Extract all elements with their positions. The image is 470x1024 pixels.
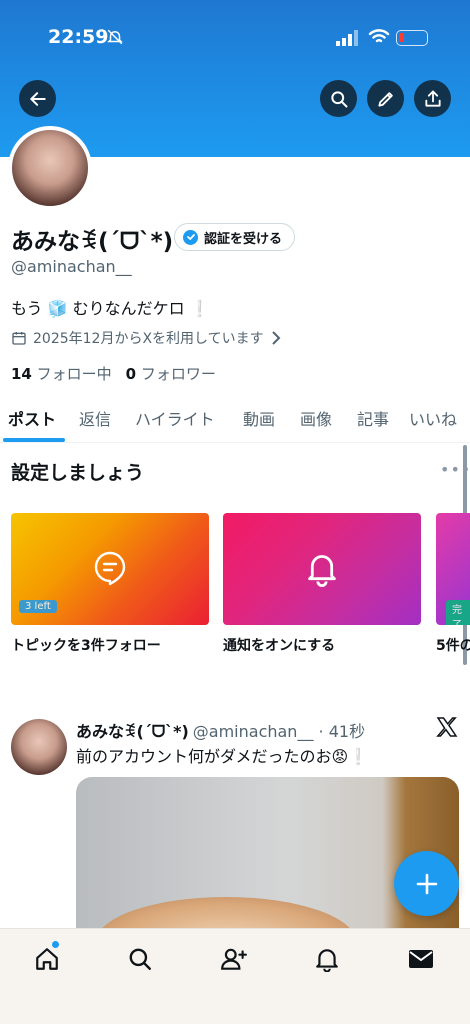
setup-card-badge-complete: 完了 xyxy=(446,600,470,625)
profile-bio: もう 🧊 むりなんだケロ ❕ xyxy=(11,299,210,318)
share-button[interactable] xyxy=(414,80,451,117)
profile-avatar[interactable] xyxy=(8,126,92,210)
tab-likes[interactable]: いいね xyxy=(409,406,457,430)
tab-replies[interactable]: 返信 xyxy=(79,406,111,430)
edit-profile-button[interactable] xyxy=(367,80,404,117)
tab-highlights[interactable]: ハイライト xyxy=(135,406,215,430)
status-time: 22:59 xyxy=(48,26,109,48)
profile-handle: @aminachan__ xyxy=(11,257,132,276)
nav-search[interactable] xyxy=(120,941,160,977)
mail-icon xyxy=(409,950,433,968)
follow-stats: 14 フォロー中 0 フォロワー xyxy=(11,363,216,384)
signal-icon xyxy=(336,30,358,46)
compose-button[interactable] xyxy=(394,851,459,916)
bell-icon xyxy=(308,555,336,587)
calendar-icon xyxy=(12,332,26,345)
tweet-author-name[interactable]: あみなꉂ(ˊᗜˋ*) xyxy=(76,718,189,742)
setup-title: 設定しましょう xyxy=(11,462,145,484)
joined-text: 2025年12月からXを利用しています xyxy=(33,331,264,347)
setup-card-topics[interactable]: 3 left xyxy=(11,513,209,625)
notification-dot xyxy=(52,941,59,948)
setup-card-third-label: 5件の xyxy=(436,638,470,654)
topic-bubble-icon xyxy=(94,551,126,586)
followers-count: 0 xyxy=(125,365,137,383)
tweet-handle-time: @aminachan__ · 41秒 xyxy=(192,722,366,741)
verified-badge-icon xyxy=(183,229,198,245)
plus-icon xyxy=(416,873,437,894)
back-arrow-icon xyxy=(29,91,46,106)
tab-videos[interactable]: 動画 xyxy=(243,406,275,430)
profile-tabs: ポスト 返信 ハイライト 動画 画像 記事 いいね xyxy=(0,396,470,443)
following-count: 14 xyxy=(11,365,32,383)
back-button[interactable] xyxy=(19,80,56,117)
following-label: フォロー中 xyxy=(36,365,112,383)
search-icon xyxy=(129,948,151,970)
chevron-right-icon xyxy=(271,331,281,345)
joined-date[interactable]: 2025年12月からXを利用しています xyxy=(11,328,282,348)
bottom-nav xyxy=(0,928,470,1024)
search-button[interactable] xyxy=(320,80,357,117)
setup-card-third[interactable]: 完了 xyxy=(436,513,470,625)
tab-posts[interactable]: ポスト xyxy=(8,406,56,430)
edit-pen-icon xyxy=(377,91,393,107)
tweet-media-image[interactable] xyxy=(76,777,459,937)
nav-communities[interactable] xyxy=(214,941,254,977)
share-icon xyxy=(424,90,441,107)
silent-bell-icon xyxy=(107,29,123,45)
bell-icon xyxy=(316,949,338,972)
battery-icon xyxy=(396,30,428,46)
setup-card-notifications[interactable] xyxy=(223,513,421,625)
tweet-avatar[interactable] xyxy=(11,719,67,775)
setup-card-badge: 3 left xyxy=(19,600,57,613)
display-name: あみなꉂ(ˊᗜˋ*) xyxy=(11,229,174,255)
x-logo-icon xyxy=(436,717,458,737)
nav-messages[interactable] xyxy=(401,941,441,977)
tab-articles[interactable]: 記事 xyxy=(357,406,389,430)
tab-photos[interactable]: 画像 xyxy=(300,406,332,430)
nav-notifications[interactable] xyxy=(307,941,347,977)
tweet-text: 前のアカウント何がダメだったのお😡❕ xyxy=(76,747,369,766)
home-icon xyxy=(36,948,58,970)
get-verified-label: 認証を受ける xyxy=(204,231,283,247)
wifi-icon xyxy=(368,29,390,43)
tweet-header: あみなꉂ(ˊᗜˋ*) @aminachan__ · 41秒 xyxy=(76,718,365,742)
followers-label: フォロワー xyxy=(140,365,216,383)
search-icon xyxy=(330,90,347,107)
setup-card-topics-label: トピックを3件フォロー xyxy=(11,638,161,654)
status-bar: 22:59 xyxy=(0,0,470,70)
add-user-icon xyxy=(221,948,247,970)
followers-stat[interactable]: 0 フォロワー xyxy=(126,363,216,384)
nav-home[interactable] xyxy=(27,941,67,977)
following-stat[interactable]: 14 フォロー中 xyxy=(11,363,112,384)
setup-card-notifications-label: 通知をオンにする xyxy=(223,638,336,654)
tab-active-indicator xyxy=(3,438,65,442)
get-verified-button[interactable]: 認証を受ける xyxy=(174,223,296,251)
